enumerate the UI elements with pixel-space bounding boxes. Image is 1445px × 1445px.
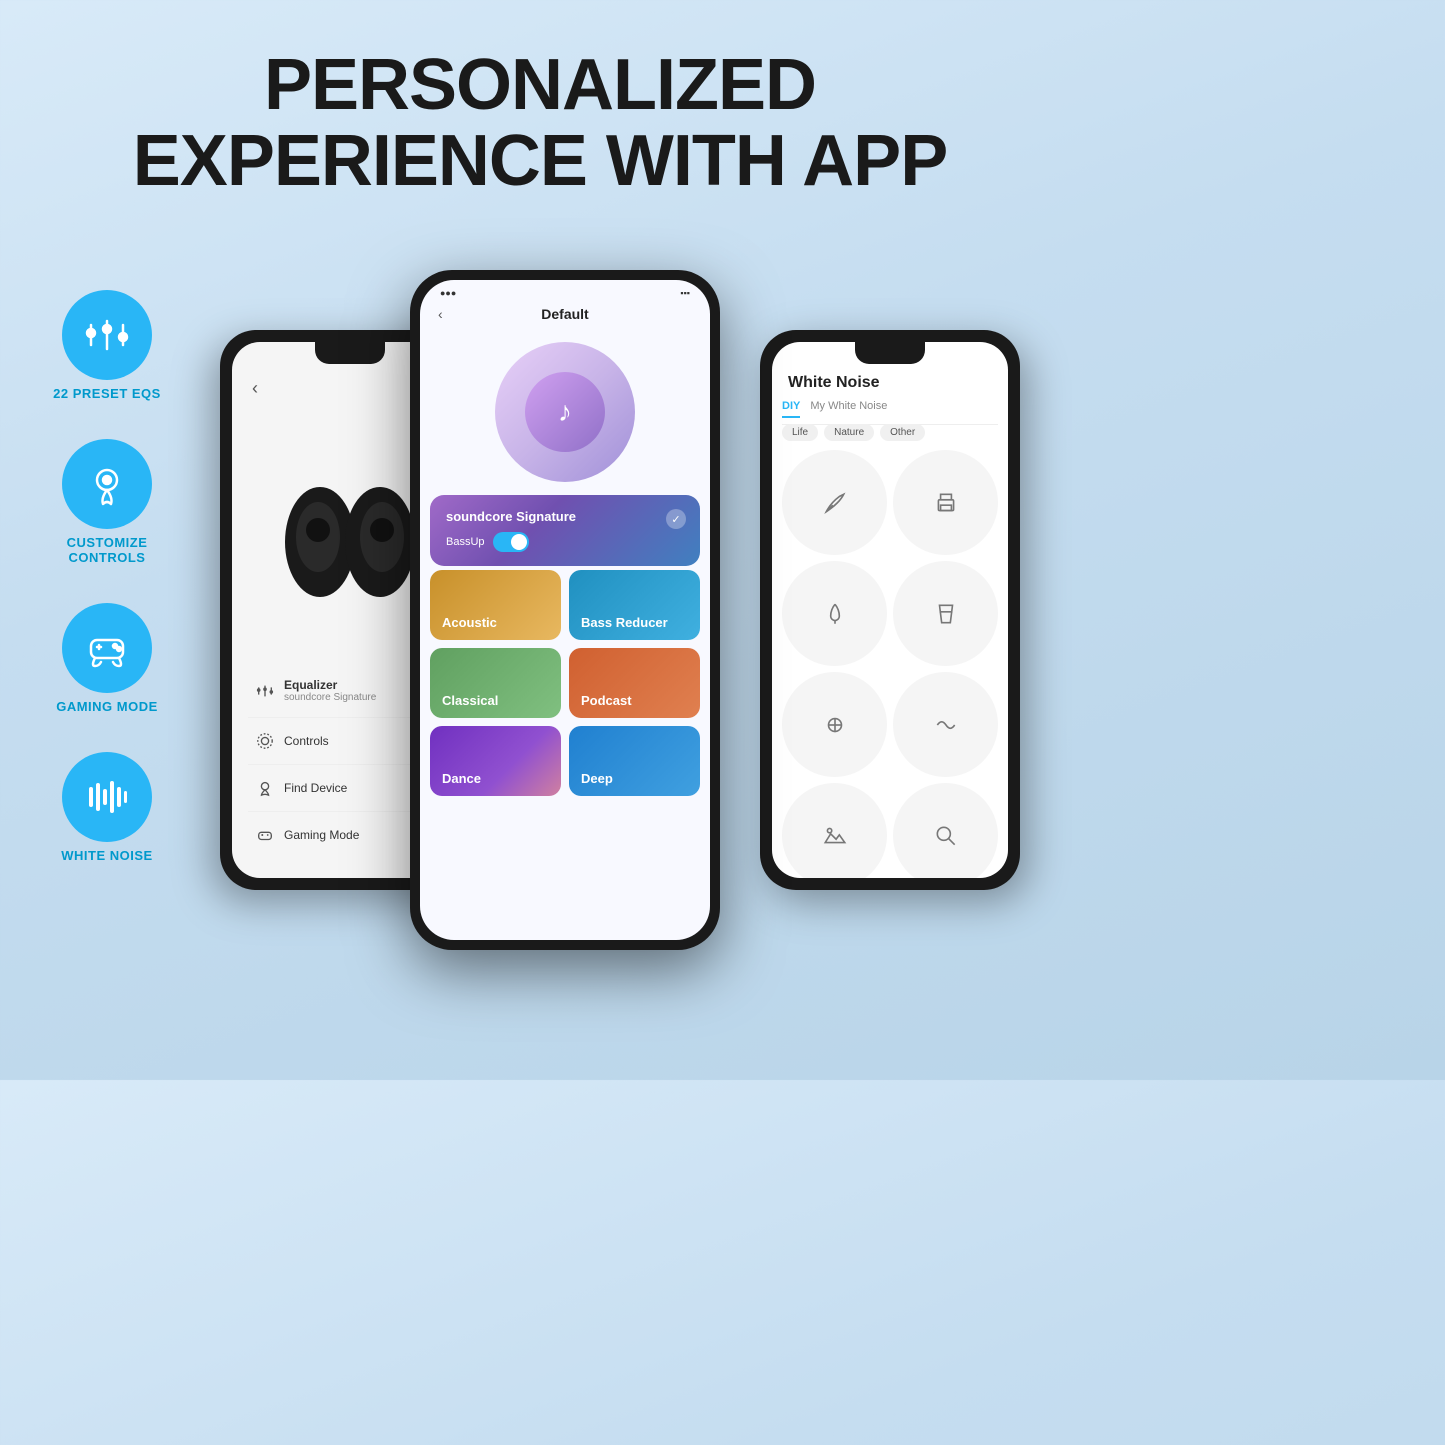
eq-podcast[interactable]: Podcast (569, 648, 700, 718)
whitenoise-label: WHITE NOISE (61, 848, 152, 863)
touch-icon (83, 460, 131, 508)
phone-right: White Noise DIY My White Noise Life Natu… (760, 330, 1020, 890)
feature-customize: CUSTOMIZE CONTROLS (52, 439, 162, 565)
phone-center: ●●● ▪▪▪ ‹ Default ♪ ✓ soundcore Signatur… (410, 270, 720, 950)
filter-other[interactable]: Other (880, 424, 925, 441)
eq-bass-reducer[interactable]: Bass Reducer (569, 570, 700, 640)
feature-whitenoise: WHITE NOISE (61, 752, 152, 863)
center-nav-title: Default (541, 306, 588, 322)
phone-right-notch (855, 342, 925, 364)
center-signal: ●●● (440, 288, 456, 298)
music-circle-outer: ♪ (495, 342, 635, 482)
noise-dining[interactable] (782, 672, 887, 777)
noise-search[interactable] (893, 783, 998, 878)
eq-classical[interactable]: Classical (430, 648, 561, 718)
noise-quill[interactable] (782, 450, 887, 555)
eq-classical-label: Classical (442, 693, 498, 708)
eq-acoustic-label: Acoustic (442, 615, 497, 630)
center-back-btn[interactable]: ‹ (438, 306, 443, 322)
equalizer-icon (83, 311, 131, 359)
eq-preset-grid: Acoustic Bass Reducer Classical Podcast … (430, 570, 700, 796)
noise-landscape[interactable] (782, 783, 887, 878)
phones-container: ‹ (220, 270, 1020, 1040)
center-nav-bar: ‹ Default (420, 306, 710, 322)
rp-tab-diy[interactable]: DIY (782, 400, 800, 418)
sig-title: soundcore Signature (446, 509, 684, 524)
rp-filter-tabs: Life Nature Other (782, 424, 998, 441)
noise-activity[interactable] (893, 672, 998, 777)
waves-icon (83, 773, 131, 821)
rp-title: White Noise (788, 374, 880, 392)
eq-bass-reducer-label: Bass Reducer (581, 615, 668, 630)
phone-left-notch (315, 342, 385, 364)
eq-dance[interactable]: Dance (430, 726, 561, 796)
feature-gaming: GAMING MODE (56, 603, 158, 714)
features-column: 22 PRESET EQS CUSTOMIZE CONTROLS G (52, 290, 162, 863)
gaming-label: GAMING MODE (56, 699, 158, 714)
center-battery: ▪▪▪ (680, 288, 690, 298)
headline-line1: PERSONALIZED (0, 48, 1080, 124)
menu-gaming-title: Gaming Mode (284, 828, 359, 842)
eq-dance-label: Dance (442, 771, 481, 786)
menu-controls-title: Controls (284, 734, 329, 748)
noise-drinks[interactable] (893, 561, 998, 666)
eq-acoustic[interactable]: Acoustic (430, 570, 561, 640)
phone-right-screen: White Noise DIY My White Noise Life Natu… (772, 342, 1008, 878)
bassup-label: BassUp (446, 536, 485, 548)
sig-check: ✓ (666, 509, 686, 529)
eq-podcast-label: Podcast (581, 693, 632, 708)
eq-deep-label: Deep (581, 771, 613, 786)
whitenoise-circle (62, 752, 152, 842)
filter-nature[interactable]: Nature (824, 424, 874, 441)
headline-line2: EXPERIENCE WITH APP (0, 124, 1080, 200)
bassup-toggle[interactable] (493, 532, 529, 552)
headline-section: PERSONALIZED EXPERIENCE WITH APP (0, 0, 1080, 199)
gaming-circle (62, 603, 152, 693)
feature-eq: 22 PRESET EQS (53, 290, 161, 401)
sig-bassup-row: BassUp (446, 532, 684, 552)
customize-circle (62, 439, 152, 529)
music-circle-area: ♪ (420, 332, 710, 492)
eq-label: 22 PRESET EQS (53, 386, 161, 401)
center-status-bar: ●●● ▪▪▪ (420, 288, 710, 298)
customize-label: CUSTOMIZE CONTROLS (52, 535, 162, 565)
signature-card[interactable]: ✓ soundcore Signature BassUp (430, 495, 700, 566)
rp-tabs: DIY My White Noise (782, 400, 998, 425)
phone-left-back: ‹ (252, 378, 258, 399)
noise-food[interactable] (782, 561, 887, 666)
eq-circle (62, 290, 152, 380)
menu-find-title: Find Device (284, 781, 347, 795)
filter-life[interactable]: Life (782, 424, 818, 441)
rp-tab-my[interactable]: My White Noise (810, 400, 887, 418)
music-circle-inner: ♪ (525, 372, 605, 452)
eq-deep[interactable]: Deep (569, 726, 700, 796)
gamepad-icon (83, 624, 131, 672)
noise-printer[interactable] (893, 450, 998, 555)
noise-grid (782, 450, 998, 878)
phone-center-screen: ●●● ▪▪▪ ‹ Default ♪ ✓ soundcore Signatur… (420, 280, 710, 940)
